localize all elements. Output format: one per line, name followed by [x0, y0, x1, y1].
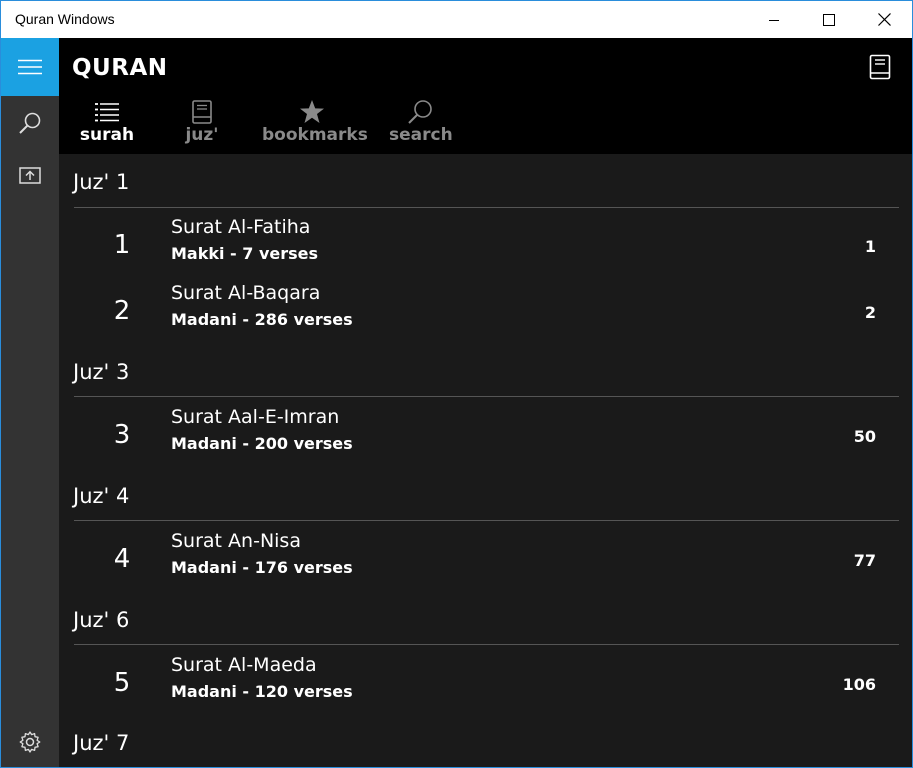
divider — [74, 520, 899, 521]
list-icon — [95, 103, 119, 122]
divider — [74, 207, 899, 208]
app-header: QURAN surah juz' bookmarks search — [59, 38, 912, 154]
nav-settings-button[interactable] — [1, 718, 59, 766]
surah-name: Surat An-Nisa — [171, 530, 301, 552]
surah-meta: Makki - 7 verses — [171, 244, 319, 263]
star-icon — [300, 100, 324, 123]
surah-name: Surat Al-Fatiha — [171, 216, 311, 238]
gear-icon — [19, 731, 41, 753]
main-content: QURAN surah juz' bookmarks search Juz' 1… — [59, 38, 912, 767]
search-icon — [19, 112, 41, 134]
surah-name: Surat Al-Maeda — [171, 654, 317, 676]
surah-name: Surat Aal-E-Imran — [171, 406, 340, 428]
hamburger-button[interactable] — [1, 38, 59, 96]
surah-page: 77 — [853, 551, 876, 570]
juz-group-header[interactable]: Juz' 4 — [73, 484, 129, 508]
close-icon — [877, 13, 891, 26]
search-icon — [408, 100, 432, 124]
tab-juz[interactable]: juz' — [172, 98, 232, 150]
tab-search[interactable]: search — [389, 98, 453, 150]
window-title: Quran Windows — [15, 11, 115, 27]
surah-meta: Madani - 200 verses — [171, 434, 353, 453]
surah-meta: Madani - 286 verses — [171, 310, 353, 329]
page-title: QURAN — [72, 55, 168, 81]
surah-number: 3 — [113, 420, 131, 450]
divider — [74, 644, 899, 645]
surah-number: 5 — [113, 668, 131, 698]
minimize-icon — [769, 19, 779, 21]
upload-icon — [19, 167, 41, 184]
hamburger-icon — [18, 59, 42, 75]
surah-meta: Madani - 120 verses — [171, 682, 353, 701]
divider — [74, 396, 899, 397]
surah-list-item[interactable]: 3 Surat Aal-E-Imran Madani - 200 verses … — [59, 406, 912, 472]
tab-label: juz' — [185, 125, 219, 145]
surah-list-item[interactable]: 4 Surat An-Nisa Madani - 176 verses 77 — [59, 530, 912, 596]
minimize-button[interactable] — [747, 1, 801, 38]
maximize-icon — [823, 13, 835, 26]
surah-list-item[interactable]: 5 Surat Al-Maeda Madani - 120 verses 106 — [59, 654, 912, 720]
close-button[interactable] — [857, 1, 911, 38]
tab-surah[interactable]: surah — [75, 98, 139, 150]
surah-list-item[interactable]: 2 Surat Al-Baqara Madani - 286 verses 2 — [59, 282, 912, 348]
surah-name: Surat Al-Baqara — [171, 282, 321, 304]
surah-number: 1 — [113, 230, 131, 260]
tab-label: bookmarks — [262, 125, 368, 145]
juz-group-header[interactable]: Juz' 1 — [73, 170, 129, 194]
surah-number: 2 — [113, 296, 131, 326]
navigation-pane — [1, 38, 59, 767]
juz-group-header[interactable]: Juz' 3 — [73, 360, 129, 384]
app-window: Quran Windows QURAN surah juz' bookmarks… — [0, 0, 913, 768]
surah-page: 2 — [864, 303, 876, 322]
tab-label: search — [389, 125, 453, 145]
book-icon — [192, 100, 212, 124]
surah-list-item[interactable]: 1 Surat Al-Fatiha Makki - 7 verses 1 — [59, 216, 912, 282]
surah-page: 1 — [864, 237, 876, 256]
book-icon — [869, 54, 891, 80]
surah-page: 50 — [853, 427, 876, 446]
surah-meta: Madani - 176 verses — [171, 558, 353, 577]
tab-label: surah — [79, 125, 135, 145]
tab-bookmarks[interactable]: bookmarks — [262, 98, 368, 150]
juz-group-header[interactable]: Juz' 6 — [73, 608, 129, 632]
nav-search-button[interactable] — [1, 99, 59, 147]
maximize-button[interactable] — [802, 1, 856, 38]
quran-reader-button[interactable] — [865, 52, 895, 82]
surah-page: 106 — [842, 675, 876, 694]
surah-number: 4 — [113, 544, 131, 574]
juz-group-header[interactable]: Juz' 7 — [73, 731, 129, 755]
nav-upload-button[interactable] — [1, 152, 59, 200]
title-bar: Quran Windows — [1, 1, 912, 38]
